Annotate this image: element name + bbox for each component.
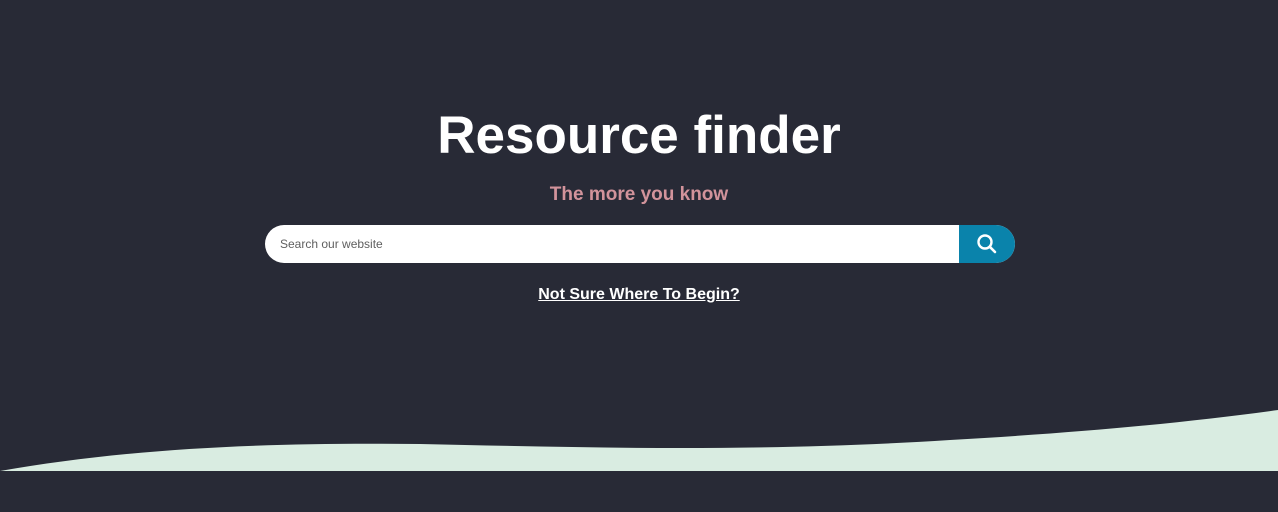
- wave-decoration: [0, 410, 1278, 471]
- page-title: Resource finder: [437, 106, 841, 165]
- page-subtitle: The more you know: [549, 184, 729, 205]
- wave-shape: [0, 410, 1278, 471]
- hero-section: Resource finder The more you know Not Su…: [0, 0, 1278, 512]
- search-icon: [977, 234, 997, 254]
- search-button[interactable]: [959, 225, 1015, 263]
- not-sure-where-to-begin-link[interactable]: Not Sure Where To Begin?: [538, 286, 739, 303]
- help-link-wrapper: Not Sure Where To Begin?: [0, 285, 1278, 305]
- search-input[interactable]: [265, 225, 959, 263]
- search-form: [265, 225, 1015, 263]
